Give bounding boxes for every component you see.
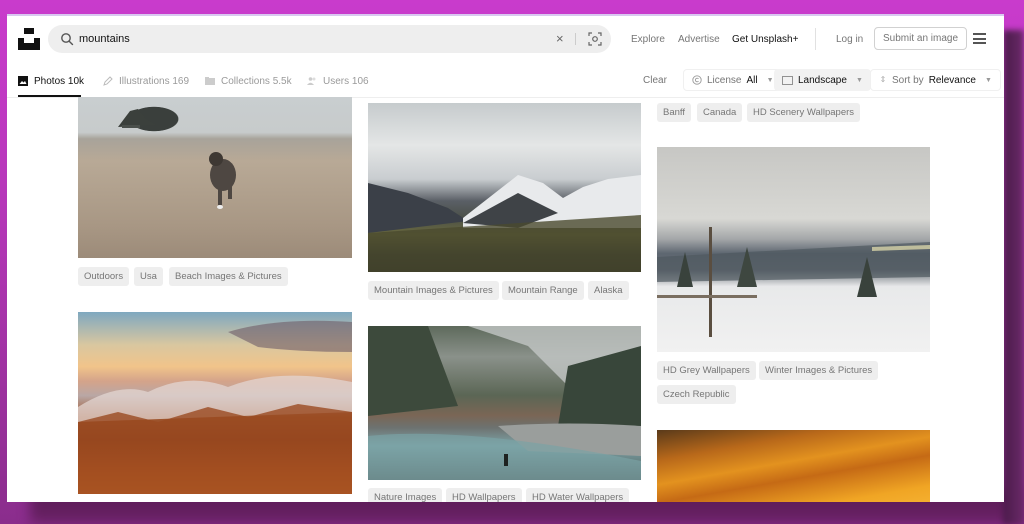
unsplash-logo-icon[interactable] [18, 28, 40, 50]
tab-illustrations-label: Illustrations 169 [119, 75, 190, 87]
tag-mountain-images[interactable]: Mountain Images & Pictures [368, 281, 499, 300]
chevron-down-icon: ▼ [766, 76, 774, 84]
tag-beach[interactable]: Beach Images & Pictures [169, 267, 288, 286]
tab-users[interactable]: Users 106 [307, 73, 369, 89]
tab-collections[interactable]: Collections 5.5k [205, 73, 292, 89]
orientation-filter[interactable]: Landscape ▼ [774, 69, 871, 91]
chevron-down-icon: ▼ [855, 76, 863, 84]
photo-snowy-field-art [657, 227, 930, 337]
photo-snowy-mountains-art [368, 175, 641, 272]
tag-hd-grey-wallpapers[interactable]: HD Grey Wallpapers [657, 361, 756, 380]
nav-divider [815, 28, 816, 50]
sort-prefix: Sort by [892, 74, 924, 86]
search-tabs: Photos 10k Illustrations 169 Collections… [7, 64, 1004, 98]
license-prefix: License [707, 74, 742, 86]
nav-get-unsplash-plus[interactable]: Get Unsplash+ [732, 34, 798, 45]
clear-search-icon[interactable]: × [556, 31, 564, 47]
sort-value: Relevance [928, 74, 976, 86]
tag-hd-water-wallpapers[interactable]: HD Water Wallpapers [526, 488, 630, 502]
photo-river-forest[interactable] [368, 326, 641, 480]
photo-orange-sunset-art [78, 320, 352, 494]
tag-banff[interactable]: Banff [657, 103, 692, 122]
photo-orange-sunset-mountains[interactable] [78, 312, 352, 494]
image-icon [18, 76, 28, 86]
submit-image-button[interactable]: Submit an image [874, 27, 968, 50]
nav-explore[interactable]: Explore [631, 34, 665, 45]
tag-alaska[interactable]: Alaska [588, 281, 629, 300]
sort-arrows-icon: ⇕ [879, 75, 887, 84]
chevron-down-icon: ▼ [984, 76, 992, 84]
search-bar: × [48, 25, 611, 53]
tag-winter-images[interactable]: Winter Images & Pictures [759, 361, 879, 380]
photo-golden-sky[interactable] [657, 430, 930, 502]
photo-river-forest-art [368, 326, 641, 480]
photo-snowy-mountains[interactable] [368, 103, 641, 272]
tag-canada[interactable]: Canada [697, 103, 743, 122]
clear-filters-button[interactable]: Clear [635, 69, 675, 91]
clear-label: Clear [643, 74, 667, 86]
active-tab-indicator [18, 95, 81, 97]
tag-hd-wallpapers[interactable]: HD Wallpapers [446, 488, 522, 502]
tab-photos[interactable]: Photos 10k [18, 73, 84, 89]
tag-hd-scenery-wallpapers[interactable]: HD Scenery Wallpapers [747, 103, 861, 122]
search-input[interactable] [79, 29, 539, 49]
tag-nature-images[interactable]: Nature Images [368, 488, 443, 502]
landscape-icon [782, 75, 793, 85]
sort-filter[interactable]: ⇕ Sort by Relevance ▼ [870, 69, 1001, 91]
orientation-value: Landscape [798, 74, 847, 86]
tab-users-label: Users 106 [323, 75, 369, 87]
tag-mountain-range[interactable]: Mountain Range [502, 281, 584, 300]
visual-search-icon[interactable] [588, 32, 602, 46]
nav-advertise[interactable]: Advertise [678, 34, 720, 45]
photo-dog-beach[interactable] [78, 97, 352, 258]
tab-photos-label: Photos 10k [34, 75, 85, 87]
desktop-shadow-right [1003, 30, 1024, 524]
folder-icon [205, 77, 215, 85]
users-icon [307, 77, 316, 85]
search-icon[interactable] [60, 32, 74, 46]
license-value: All [746, 74, 758, 86]
tab-collections-label: Collections 5.5k [221, 75, 292, 87]
tab-illustrations[interactable]: Illustrations 169 [103, 73, 189, 89]
tag-czech-republic[interactable]: Czech Republic [657, 385, 736, 404]
pen-icon [103, 76, 113, 86]
top-nav: × Explore Advertise Get Unsplash+ Log in… [7, 16, 1004, 64]
tag-usa[interactable]: Usa [134, 267, 163, 286]
copyright-icon [692, 75, 702, 85]
login-link[interactable]: Log in [836, 34, 863, 45]
tag-outdoors[interactable]: Outdoors [78, 267, 130, 286]
photo-snowy-field[interactable] [657, 147, 930, 352]
browser-window: × Explore Advertise Get Unsplash+ Log in… [7, 14, 1004, 502]
search-divider [575, 33, 576, 45]
license-filter[interactable]: License All ▼ [683, 69, 783, 91]
photo-dog-beach-art [118, 109, 236, 209]
menu-icon[interactable] [973, 33, 986, 44]
